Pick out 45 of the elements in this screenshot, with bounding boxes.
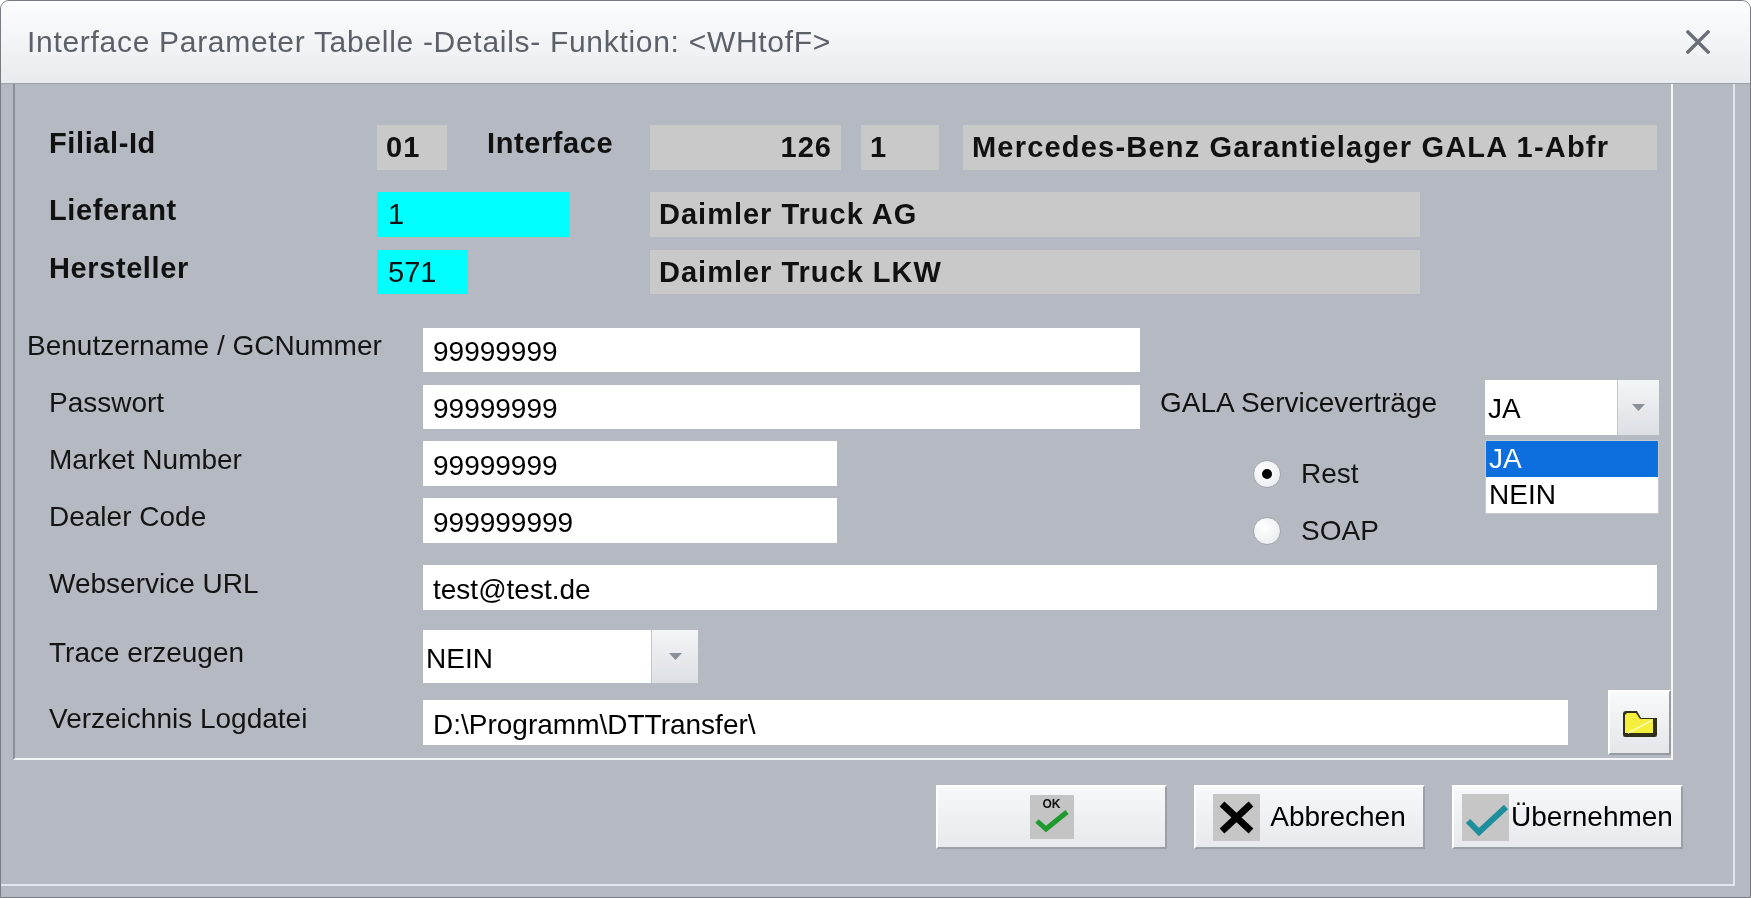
text-field[interactable]: test@test.de xyxy=(423,565,1657,610)
radio-label: SOAP xyxy=(1301,515,1379,547)
readonly-field: Mercedes-Benz Garantielager GALA 1-Abfr xyxy=(963,125,1657,170)
radio-button[interactable] xyxy=(1253,460,1281,488)
field-label: Trace erzeugen xyxy=(49,636,245,669)
cancel-x-icon xyxy=(1213,793,1261,841)
field-label: Webservice URL xyxy=(49,567,259,600)
browse-button[interactable] xyxy=(1608,690,1671,755)
readonly-field: 01 xyxy=(377,125,447,170)
dropdown-field[interactable]: NEIN xyxy=(423,630,698,683)
readonly-field: Daimler Truck LKW xyxy=(650,250,1420,294)
readonly-field: Daimler Truck AG xyxy=(650,192,1420,237)
field-label: Market Number xyxy=(49,443,242,476)
apply-button[interactable]: Übernehmen xyxy=(1452,785,1683,849)
check-icon xyxy=(1462,793,1510,841)
close-icon[interactable] xyxy=(1686,30,1710,54)
field-label: Interface xyxy=(487,127,614,160)
lookup-field[interactable]: 1 xyxy=(377,192,570,237)
field-label: GALA Serviceverträge xyxy=(1160,387,1438,419)
field-label: Benutzername / GCNummer xyxy=(27,330,382,362)
readonly-field: 126 xyxy=(650,125,841,170)
cancel-button[interactable]: Abbrechen xyxy=(1194,785,1425,849)
dropdown-option[interactable]: NEIN xyxy=(1486,476,1658,513)
lookup-field[interactable]: 571 xyxy=(377,250,468,294)
field-label: Dealer Code xyxy=(49,500,207,533)
field-label: Hersteller xyxy=(49,251,189,285)
field-label: Passwort xyxy=(49,387,165,419)
dropdown-option[interactable]: JA xyxy=(1486,440,1658,477)
ok-button[interactable]: OK xyxy=(936,785,1167,849)
dropdown-arrow-icon xyxy=(1632,403,1645,411)
field-label: Filial-Id xyxy=(49,127,156,160)
text-field[interactable]: 99999999 xyxy=(423,385,1140,429)
text-field[interactable]: 99999999 xyxy=(423,441,837,486)
window-title: Interface Parameter Tabelle -Details- Funktion: <WHtofF> xyxy=(27,25,831,59)
radio-label: Rest xyxy=(1301,458,1359,490)
dropdown-arrow-icon xyxy=(668,653,682,660)
readonly-field: 1 xyxy=(861,125,939,170)
field-label: Verzeichnis Logdatei xyxy=(49,702,308,735)
radio-button[interactable] xyxy=(1253,517,1281,545)
text-field[interactable]: D:\Programm\DTTransfer\ xyxy=(423,700,1568,745)
check-icon xyxy=(1034,810,1069,832)
dropdown-field[interactable]: JA xyxy=(1485,379,1659,435)
text-field[interactable]: 99999999 xyxy=(423,328,1140,372)
text-field[interactable]: 999999999 xyxy=(423,498,837,543)
field-label: Lieferant xyxy=(49,194,177,227)
